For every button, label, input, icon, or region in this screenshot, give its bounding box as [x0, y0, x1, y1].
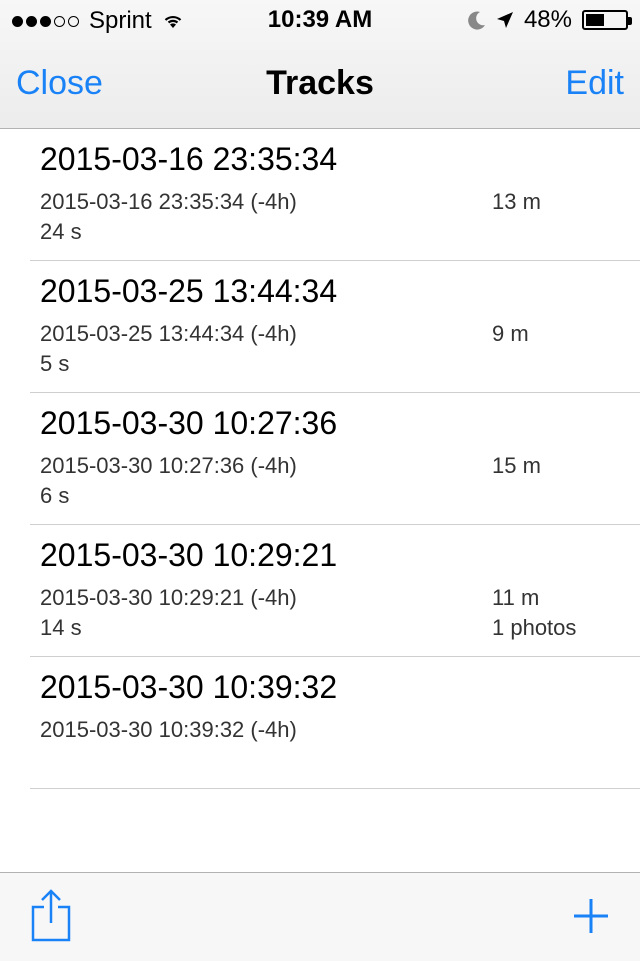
track-row[interactable]: 2015-03-30 10:27:36 2015-03-30 10:27:36 …: [30, 393, 640, 525]
moon-icon: [468, 11, 485, 30]
track-row[interactable]: 2015-03-30 10:29:21 2015-03-30 10:29:21 …: [30, 525, 640, 657]
track-timestamp: 2015-03-30 10:29:21 (-4h): [40, 585, 297, 610]
track-title: 2015-03-25 13:44:34: [40, 273, 338, 309]
track-distance: 9 m: [492, 321, 529, 346]
track-duration: 5 s: [40, 351, 70, 376]
track-title: 2015-03-16 23:35:34: [40, 141, 338, 177]
track-duration: 14 s: [40, 615, 82, 640]
track-duration: 6 s: [40, 483, 70, 508]
track-timestamp: 2015-03-30 10:27:36 (-4h): [40, 453, 297, 478]
battery-percent: 48%: [523, 6, 572, 33]
tracks-list: 2015-03-16 23:35:34 2015-03-16 23:35:34 …: [0, 129, 640, 789]
track-timestamp: 2015-03-25 13:44:34 (-4h): [40, 321, 297, 346]
bottom-toolbar: [0, 872, 640, 961]
track-timestamp: 2015-03-30 10:39:32 (-4h): [40, 717, 297, 742]
page-title: Tracks: [266, 64, 374, 102]
track-duration: 24 s: [40, 219, 82, 244]
track-row[interactable]: 2015-03-25 13:44:34 2015-03-25 13:44:34 …: [30, 261, 640, 393]
track-distance: 11 m: [492, 585, 540, 610]
track-photos: 1 photos: [492, 615, 577, 640]
edit-button[interactable]: Edit: [565, 64, 624, 103]
track-distance: 13 m: [492, 189, 541, 214]
plus-icon[interactable]: [572, 897, 610, 935]
track-title: 2015-03-30 10:39:32: [40, 669, 338, 705]
track-title: 2015-03-30 10:29:21: [40, 537, 338, 573]
battery-icon: [582, 10, 632, 30]
track-distance: 15 m: [492, 453, 541, 478]
track-title: 2015-03-30 10:27:36: [40, 405, 338, 441]
track-timestamp: 2015-03-16 23:35:34 (-4h): [40, 189, 297, 214]
track-row[interactable]: 2015-03-30 10:39:32 2015-03-30 10:39:32 …: [30, 657, 640, 789]
status-bar: Sprint 10:39 AM 48%: [0, 0, 640, 40]
share-icon[interactable]: [30, 889, 72, 943]
track-row[interactable]: 2015-03-16 23:35:34 2015-03-16 23:35:34 …: [30, 129, 640, 261]
navigation-bar: Sprint 10:39 AM 48% Close Tracks Edit: [0, 0, 640, 129]
location-arrow-icon: [496, 12, 513, 28]
